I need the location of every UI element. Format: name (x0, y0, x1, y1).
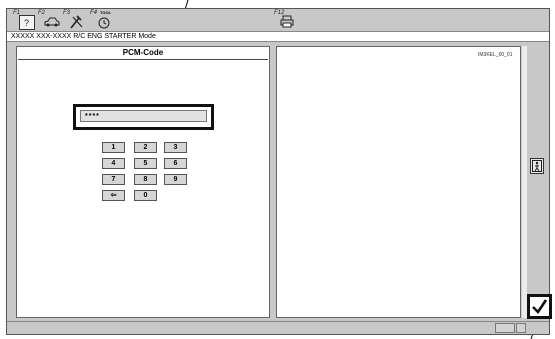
car-icon (44, 15, 60, 28)
f4-tool-button[interactable]: F4 TOOL (90, 10, 116, 30)
keypad-backspace-key[interactable]: ⇦ (102, 190, 125, 201)
keypad-key-0[interactable]: 0 (134, 190, 157, 201)
keypad-key-3[interactable]: 3 (164, 142, 187, 153)
f4-tool-sublabel: TOOL (100, 10, 112, 15)
status-field-2 (516, 323, 526, 333)
mode-title: XXXXX XXX-XXXX R/C ENG STARTER Mode (7, 31, 549, 42)
svg-text:?: ? (24, 18, 29, 28)
print-icon (280, 15, 294, 28)
keypad-key-1[interactable]: 1 (102, 142, 125, 153)
f3-tools-button[interactable]: F3 (63, 10, 87, 30)
keypad-key-5[interactable]: 5 (134, 158, 157, 169)
confirm-button[interactable] (527, 294, 552, 319)
help-icon: ? (19, 15, 35, 30)
f1-help-button[interactable]: F1 ? (13, 10, 37, 30)
info-panel (276, 46, 521, 318)
f2-vehicle-button[interactable]: F2 (38, 10, 62, 30)
keypad-key-9[interactable]: 9 (164, 174, 187, 185)
person-exit-icon (532, 160, 542, 172)
keypad-key-6[interactable]: 6 (164, 158, 187, 169)
exit-button[interactable] (530, 158, 544, 174)
pcm-code-title: PCM-Code (122, 48, 164, 57)
tools-icon (69, 15, 83, 29)
status-field-1 (495, 323, 515, 333)
image-id-label: IM3KEL_00_01 (478, 52, 513, 58)
f4-key-label: F4 (90, 10, 98, 16)
keypad-key-8[interactable]: 8 (134, 174, 157, 185)
checkmark-icon (532, 299, 548, 315)
status-bar (7, 321, 549, 334)
title-divider (18, 59, 268, 60)
pcm-code-input[interactable]: **** (80, 110, 207, 122)
keypad-key-2[interactable]: 2 (134, 142, 157, 153)
tool-clock-icon (97, 16, 111, 29)
keypad-key-7[interactable]: 7 (102, 174, 125, 185)
f12-print-button[interactable]: F12 (274, 10, 298, 30)
info-panel-scrollbar[interactable] (522, 46, 527, 318)
keypad-key-4[interactable]: 4 (102, 158, 125, 169)
